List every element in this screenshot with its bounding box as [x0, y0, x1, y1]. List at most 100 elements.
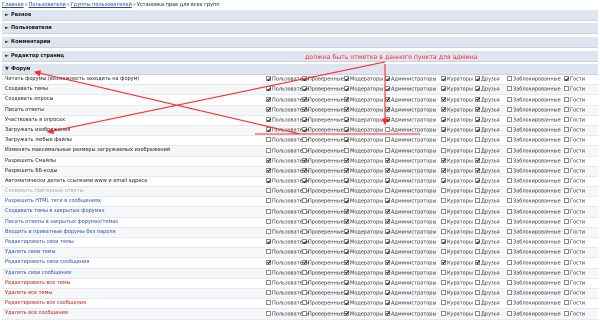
perm-verified[interactable]: Проверенные: [302, 300, 344, 307]
checkbox[interactable]: [564, 96, 569, 102]
checkbox[interactable]: [564, 290, 569, 296]
perm-verified[interactable]: Проверенные: [302, 157, 344, 165]
checkbox[interactable]: [385, 106, 390, 112]
checkbox[interactable]: [385, 96, 390, 102]
checkbox[interactable]: [564, 198, 569, 204]
checkbox[interactable]: [564, 167, 569, 173]
checkbox[interactable]: [385, 198, 390, 204]
perm-friends[interactable]: Друзья: [475, 239, 500, 246]
perm-blocked[interactable]: Заблокированные: [507, 178, 561, 185]
perm-friends[interactable]: Друзья: [475, 86, 500, 93]
checkbox[interactable]: [266, 269, 271, 275]
checkbox[interactable]: [507, 76, 512, 82]
checkbox[interactable]: [385, 218, 390, 224]
perm-friends[interactable]: Друзья: [475, 208, 500, 216]
perm-moderators[interactable]: Модераторы: [344, 310, 383, 318]
checkbox[interactable]: [507, 218, 512, 224]
checkbox[interactable]: [385, 178, 390, 184]
perm-moderators[interactable]: Модераторы: [344, 239, 383, 246]
perm-verified[interactable]: Проверенные: [302, 147, 344, 155]
checkbox[interactable]: [564, 147, 569, 153]
checkbox[interactable]: [475, 259, 480, 265]
checkbox[interactable]: [475, 86, 480, 92]
checkbox[interactable]: [385, 116, 390, 122]
perm-guests[interactable]: Гости: [564, 116, 585, 124]
perm-friends[interactable]: Друзья: [475, 198, 500, 205]
checkbox[interactable]: [302, 269, 307, 275]
perm-curators[interactable]: Кураторы: [441, 279, 473, 287]
checkbox[interactable]: [302, 76, 307, 82]
perm-admins[interactable]: Администраторы: [385, 279, 436, 287]
checkbox[interactable]: [385, 147, 390, 153]
perm-moderators[interactable]: Модераторы: [344, 249, 383, 256]
checkbox[interactable]: [441, 259, 446, 265]
checkbox[interactable]: [564, 76, 569, 82]
checkbox[interactable]: [564, 279, 569, 285]
checkbox[interactable]: [344, 198, 349, 204]
perm-verified[interactable]: Проверенные: [302, 127, 344, 134]
checkbox[interactable]: [266, 106, 271, 112]
checkbox[interactable]: [344, 290, 349, 296]
checkbox[interactable]: [344, 137, 349, 143]
perm-verified[interactable]: Проверенные: [302, 76, 344, 83]
perm-verified[interactable]: Проверенные: [302, 239, 344, 246]
checkbox[interactable]: [441, 188, 446, 194]
perm-friends[interactable]: Друзья: [475, 96, 500, 104]
perm-admins[interactable]: Администраторы: [385, 106, 436, 114]
perm-blocked[interactable]: Заблокированные: [507, 127, 561, 134]
checkbox[interactable]: [507, 290, 512, 296]
checkbox[interactable]: [266, 157, 271, 163]
perm-guests[interactable]: Гости: [564, 300, 585, 307]
checkbox[interactable]: [441, 157, 446, 163]
perm-verified[interactable]: Проверенные: [302, 178, 344, 185]
checkbox[interactable]: [475, 249, 480, 255]
checkbox[interactable]: [564, 116, 569, 122]
perm-admins[interactable]: Администраторы: [385, 249, 436, 256]
checkbox[interactable]: [564, 86, 569, 92]
checkbox[interactable]: [344, 76, 349, 82]
perm-admins[interactable]: Администраторы: [385, 178, 436, 185]
checkbox[interactable]: [302, 147, 307, 153]
perm-blocked[interactable]: Заблокированные: [507, 137, 561, 144]
perm-admins[interactable]: Администраторы: [385, 218, 436, 226]
perm-moderators[interactable]: Модераторы: [344, 269, 383, 277]
checkbox[interactable]: [344, 157, 349, 163]
checkbox[interactable]: [564, 218, 569, 224]
checkbox[interactable]: [564, 157, 569, 163]
perm-moderators[interactable]: Модераторы: [344, 178, 383, 185]
checkbox[interactable]: [475, 127, 480, 133]
checkbox[interactable]: [302, 167, 307, 173]
perm-blocked[interactable]: Заблокированные: [507, 86, 561, 93]
perm-moderators[interactable]: Модераторы: [344, 188, 383, 195]
checkbox[interactable]: [385, 127, 390, 133]
checkbox[interactable]: [385, 279, 390, 285]
checkbox[interactable]: [302, 239, 307, 245]
checkbox[interactable]: [475, 198, 480, 204]
checkbox[interactable]: [302, 198, 307, 204]
breadcrumb-users[interactable]: Пользователи: [29, 2, 66, 8]
checkbox[interactable]: [344, 269, 349, 275]
checkbox[interactable]: [302, 249, 307, 255]
checkbox[interactable]: [564, 106, 569, 112]
checkbox[interactable]: [441, 76, 446, 82]
perm-curators[interactable]: Кураторы: [441, 310, 473, 318]
checkbox[interactable]: [441, 249, 446, 255]
checkbox[interactable]: [441, 290, 446, 296]
checkbox[interactable]: [302, 106, 307, 112]
checkbox[interactable]: [344, 188, 349, 194]
checkbox[interactable]: [564, 127, 569, 133]
checkbox[interactable]: [344, 208, 349, 214]
checkbox[interactable]: [302, 310, 307, 316]
perm-curators[interactable]: Кураторы: [441, 208, 473, 216]
perm-guests[interactable]: Гости: [564, 137, 585, 144]
checkbox[interactable]: [441, 269, 446, 275]
perm-guests[interactable]: Гости: [564, 96, 585, 104]
checkbox[interactable]: [564, 208, 569, 214]
checkbox[interactable]: [266, 300, 271, 306]
checkbox[interactable]: [385, 310, 390, 316]
perm-moderators[interactable]: Модераторы: [344, 76, 383, 83]
perm-friends[interactable]: Друзья: [475, 259, 500, 267]
perm-admins[interactable]: Администраторы: [385, 157, 436, 165]
checkbox[interactable]: [302, 218, 307, 224]
perm-blocked[interactable]: Заблокированные: [507, 229, 561, 236]
